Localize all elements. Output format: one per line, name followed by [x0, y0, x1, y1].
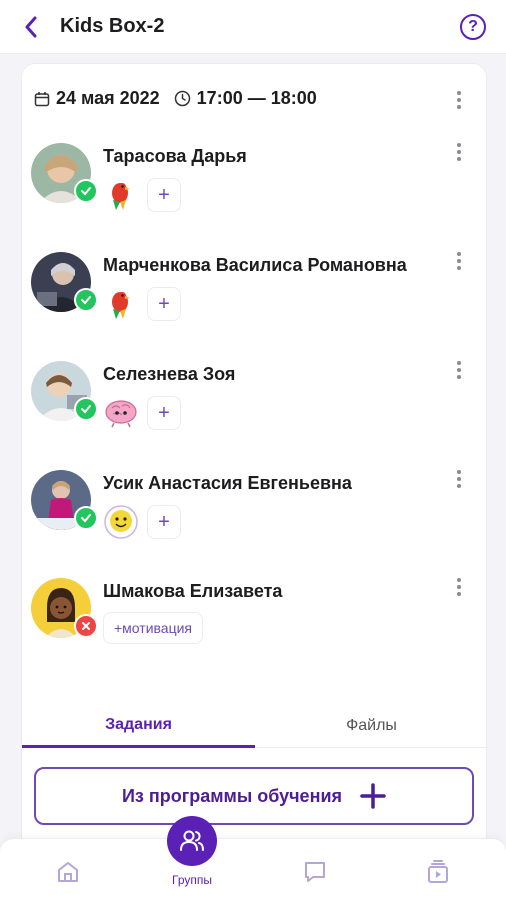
present-status-icon	[74, 288, 98, 312]
student-name: Селезнева Зоя	[103, 364, 236, 384]
kebab-dot	[457, 266, 461, 271]
student-name: Усик Анастасия Евгеньевна	[103, 473, 352, 493]
kebab-dot	[457, 584, 461, 589]
student-badges: +	[103, 286, 181, 322]
tab-tasks[interactable]: Задания	[22, 704, 255, 748]
student-name: Шмакова Елизавета	[103, 581, 283, 601]
student-menu-button[interactable]	[452, 250, 466, 272]
student-row: Усик Анастасия Евгеньевна +	[22, 468, 488, 570]
nav-video-library[interactable]	[423, 857, 453, 887]
student-menu-button[interactable]	[452, 576, 466, 598]
app-header: Kids Box-2 ?	[0, 0, 506, 54]
nav-home[interactable]	[53, 857, 83, 887]
lesson-datetime: 24 мая 2022 17:00 — 18:00	[34, 88, 317, 109]
student-name: Тарасова Дарья	[103, 146, 247, 166]
student-name: Марченкова Василиса Романовна	[103, 255, 407, 275]
student-menu-button[interactable]	[452, 359, 466, 381]
student-menu-button[interactable]	[452, 141, 466, 163]
kebab-dot	[457, 105, 461, 110]
video-library-icon	[428, 860, 448, 883]
student-badges: +мотивация	[103, 612, 203, 644]
kebab-dot	[457, 484, 461, 489]
kebab-dot	[457, 97, 461, 102]
kebab-dot	[457, 375, 461, 380]
plus-icon	[360, 783, 386, 809]
kebab-dot	[457, 592, 461, 597]
chat-icon	[305, 862, 325, 882]
nav-groups-label: Группы	[172, 873, 212, 887]
present-status-icon	[74, 397, 98, 421]
kebab-dot	[457, 142, 461, 147]
add-badge-button[interactable]: +	[147, 505, 181, 539]
lesson-menu-button[interactable]	[452, 89, 466, 111]
present-status-icon	[74, 179, 98, 203]
kebab-dot	[457, 469, 461, 474]
lesson-card: 24 мая 2022 17:00 — 18:00 Тарасова Дарья	[21, 63, 488, 873]
chevron-left-icon	[25, 16, 37, 38]
parrot-sticker-icon[interactable]	[103, 286, 139, 322]
content-tabs: Задания Файлы	[22, 704, 488, 748]
present-status-icon	[74, 506, 98, 530]
add-badge-button[interactable]: +	[147, 178, 181, 212]
home-icon	[58, 862, 78, 882]
student-row: Марченкова Василиса Романовна +	[22, 250, 488, 352]
kebab-dot	[457, 149, 461, 154]
kebab-dot	[457, 251, 461, 256]
student-row: Тарасова Дарья +	[22, 141, 488, 243]
student-menu-button[interactable]	[452, 468, 466, 490]
kebab-dot	[457, 90, 461, 95]
bottom-navigation	[0, 838, 506, 900]
kebab-dot	[457, 476, 461, 481]
question-circle-icon: ?	[468, 18, 478, 35]
kebab-dot	[457, 360, 461, 365]
users-icon	[180, 830, 204, 851]
add-motivation-button[interactable]: +мотивация	[103, 612, 203, 644]
add-from-program-button[interactable]: Из программы обучения	[34, 767, 474, 825]
back-button[interactable]	[18, 13, 44, 41]
help-button[interactable]: ?	[460, 14, 486, 40]
student-badges: +	[103, 177, 181, 213]
kebab-dot	[457, 157, 461, 162]
calendar-icon	[34, 91, 50, 106]
student-row: Шмакова Елизавета +мотивация	[22, 576, 488, 678]
parrot-sticker-icon[interactable]	[103, 177, 139, 213]
clock-icon	[174, 90, 190, 107]
add-badge-button[interactable]: +	[147, 396, 181, 430]
student-badges: +	[103, 395, 181, 431]
brain-sticker-icon[interactable]	[103, 395, 139, 431]
kebab-dot	[457, 577, 461, 582]
student-badges: +	[103, 504, 181, 540]
kebab-dot	[457, 367, 461, 372]
lesson-date: 24 мая 2022	[56, 88, 160, 108]
nav-groups[interactable]	[167, 816, 217, 866]
student-row: Селезнева Зоя +	[22, 359, 488, 461]
nav-chat[interactable]	[300, 857, 330, 887]
add-badge-button[interactable]: +	[147, 287, 181, 321]
kebab-dot	[457, 258, 461, 263]
lesson-time: 17:00 — 18:00	[196, 88, 317, 108]
page-title: Kids Box-2	[60, 15, 165, 37]
absent-status-icon	[74, 614, 98, 638]
smiley-sticker-icon[interactable]	[103, 504, 139, 540]
tab-files[interactable]: Файлы	[255, 704, 488, 748]
add-from-program-label: Из программы обучения	[121, 785, 343, 806]
